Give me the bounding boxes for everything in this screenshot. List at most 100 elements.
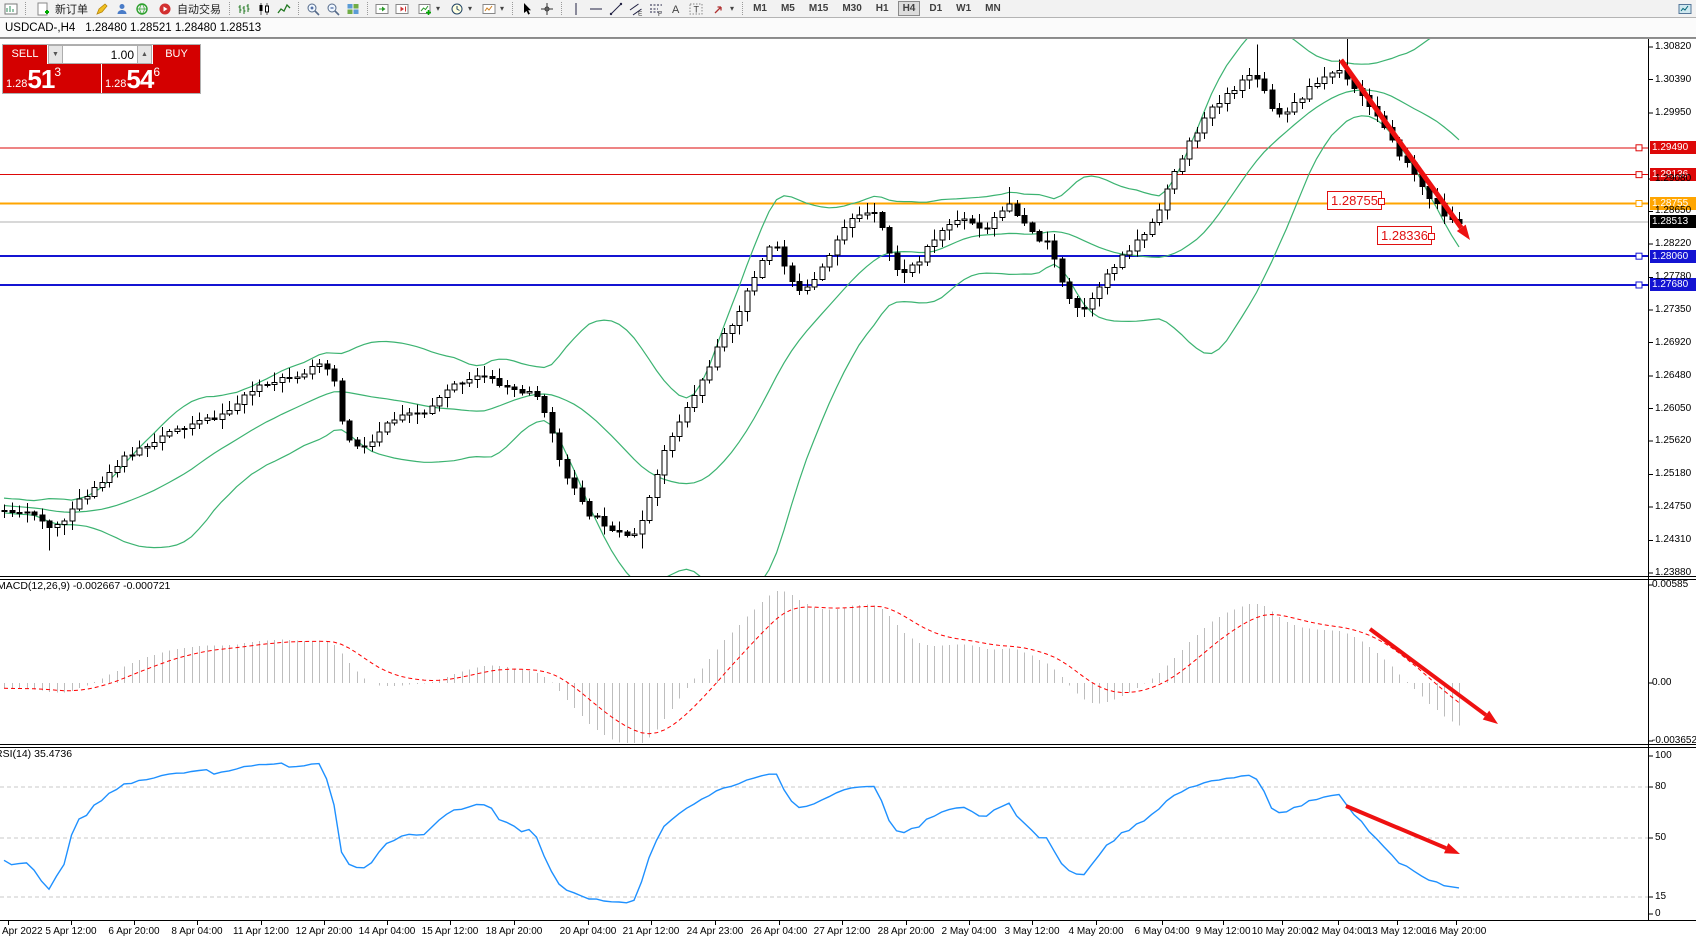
candle-body — [310, 366, 315, 374]
candle-body — [62, 521, 67, 524]
candle-body — [422, 413, 427, 414]
macd-down-arrow[interactable] — [1370, 629, 1486, 715]
candle-body — [1247, 76, 1252, 80]
candle-body — [340, 381, 345, 421]
candle-body — [182, 429, 187, 430]
candle-body — [17, 512, 22, 513]
candle-body — [1120, 255, 1125, 267]
candle-body — [1277, 109, 1282, 115]
candle-body — [2, 511, 7, 512]
level-line-handle[interactable] — [1636, 282, 1642, 288]
candle-body — [812, 280, 817, 287]
candle-body — [1015, 204, 1020, 216]
candle-body — [317, 364, 322, 367]
candle-body — [797, 281, 802, 290]
candle-body — [137, 448, 142, 455]
candle-body — [535, 392, 540, 397]
candle-body — [1217, 104, 1222, 108]
candle-body — [850, 219, 855, 228]
candle-body — [100, 482, 105, 487]
candle-body — [925, 246, 930, 262]
level-line-handle[interactable] — [1636, 201, 1642, 207]
candle-body — [1202, 118, 1207, 133]
level-line-handle[interactable] — [1636, 145, 1642, 151]
candle-body — [827, 255, 832, 267]
candle-body — [115, 467, 120, 473]
candle-body — [1135, 240, 1140, 251]
candle-body — [70, 509, 75, 521]
candle-body — [880, 213, 885, 228]
candle-body — [662, 450, 667, 475]
candle-body — [242, 395, 247, 404]
candle-body — [527, 392, 532, 394]
candle-body — [1285, 112, 1290, 114]
candle-body — [122, 456, 127, 467]
volume-decrease-button[interactable]: ▼ — [48, 45, 63, 64]
candle-body — [1127, 251, 1132, 255]
candle-body — [707, 367, 712, 380]
objects-layer — [1341, 60, 1642, 854]
one-click-trading-panel: SELL ▼ ▲ BUY 1.28 51 3 1.28 54 6 — [2, 44, 201, 94]
candle-body — [557, 433, 562, 460]
candle-body — [692, 396, 697, 408]
candle-body — [190, 424, 195, 429]
buy-price-display[interactable]: 1.28 54 6 — [102, 64, 200, 93]
candle-body — [1187, 141, 1192, 159]
candle-body — [1255, 76, 1260, 80]
volume-input[interactable] — [63, 45, 137, 64]
rsi-layer — [0, 763, 1648, 903]
candle-body — [685, 408, 690, 422]
candle-body — [107, 473, 112, 483]
candle-body — [985, 228, 990, 229]
candle-body — [520, 390, 525, 394]
candle-body — [145, 446, 150, 448]
buy-button[interactable]: BUY — [152, 45, 200, 64]
candle-body — [1240, 80, 1245, 91]
level-line-handle[interactable] — [1636, 253, 1642, 259]
candle-body — [625, 532, 630, 536]
candle-body — [167, 432, 172, 436]
candle-body — [452, 384, 457, 390]
candle-body — [1000, 211, 1005, 218]
candle-body — [407, 413, 412, 415]
candle-body — [895, 253, 900, 270]
candle-body — [355, 440, 360, 446]
rsi-down-arrow[interactable] — [1346, 806, 1446, 848]
candle-body — [257, 385, 262, 391]
level-line-handle[interactable] — [1636, 172, 1642, 178]
sell-price-display[interactable]: 1.28 51 3 — [3, 64, 101, 93]
bollinger-middle-band — [4, 90, 1459, 512]
sell-button[interactable]: SELL — [3, 45, 48, 64]
candle-body — [790, 266, 795, 281]
bollinger-upper-band — [4, 27, 1459, 501]
candle-body — [265, 385, 270, 386]
candle-body — [677, 422, 682, 437]
candle-body — [77, 499, 82, 509]
candle-body — [617, 531, 622, 532]
candle-body — [212, 418, 217, 420]
candle-body — [580, 488, 585, 502]
candle-body — [1105, 274, 1110, 288]
candle-body — [250, 392, 255, 395]
candle-body — [1307, 86, 1312, 99]
candle-body — [902, 270, 907, 273]
candle-body — [550, 413, 555, 434]
candle-body — [197, 421, 202, 424]
candle-body — [152, 442, 157, 446]
candle-body — [385, 423, 390, 432]
candle-body — [610, 526, 615, 530]
candle-body — [992, 217, 997, 228]
candle-body — [917, 262, 922, 265]
candle-body — [962, 219, 967, 220]
candle-body — [467, 380, 472, 383]
candle-body — [565, 460, 570, 479]
candle-body — [332, 369, 337, 381]
candle-body — [670, 437, 675, 451]
volume-increase-button[interactable]: ▲ — [137, 45, 152, 64]
candle-body — [865, 213, 870, 215]
candle-body — [325, 364, 330, 369]
candle-body — [512, 387, 517, 389]
candle-body — [377, 432, 382, 442]
candle-body — [220, 414, 225, 420]
candle-body — [1052, 241, 1057, 259]
